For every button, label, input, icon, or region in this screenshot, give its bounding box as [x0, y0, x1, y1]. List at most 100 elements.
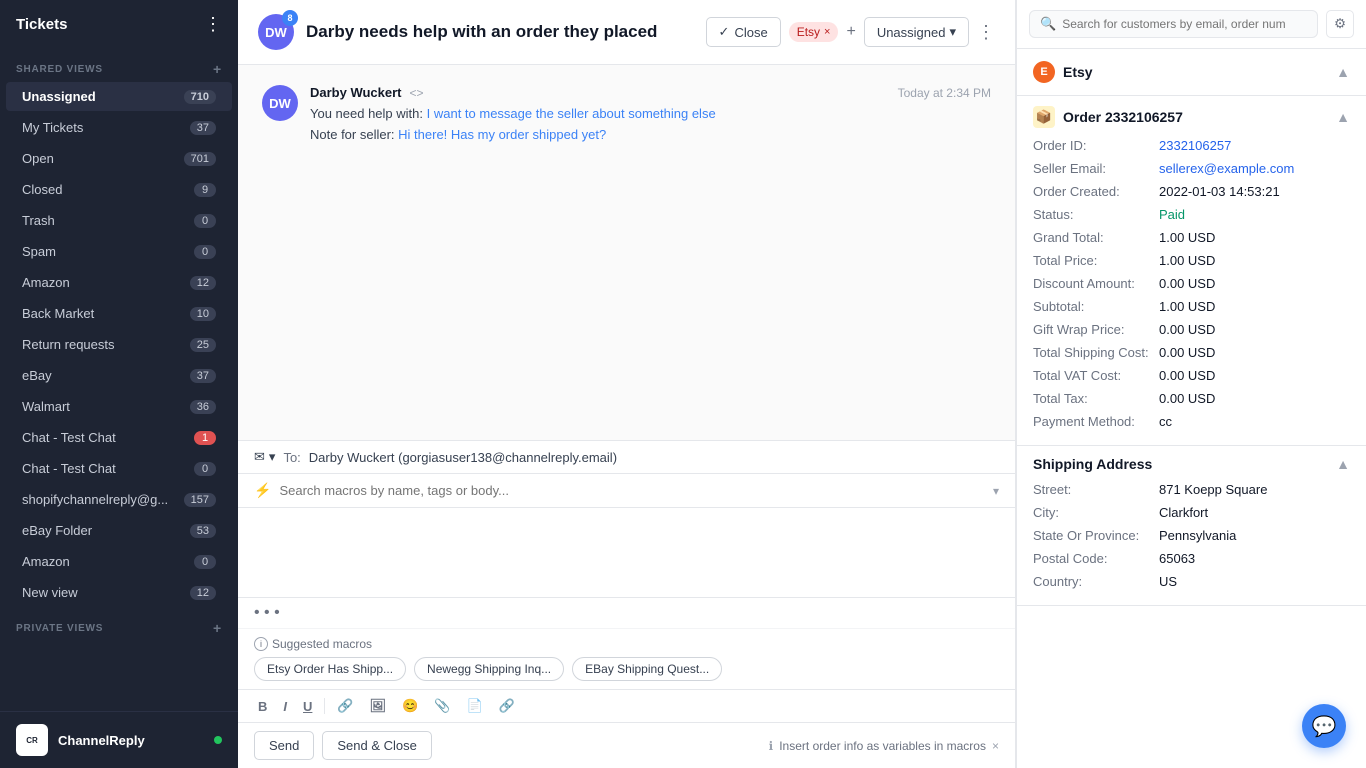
chat-bubble-button[interactable]: 💬 — [1302, 704, 1346, 748]
sidebar-footer: CR ChannelReply — [0, 711, 238, 768]
field-total-shipping: Total Shipping Cost: 0.00 USD — [1033, 341, 1350, 364]
chevron-down-icon: ▾ — [949, 24, 956, 40]
to-address: Darby Wuckert (gorgiasuser138@channelrep… — [309, 450, 617, 465]
sidebar-badge-amazon: 12 — [190, 276, 216, 290]
message-avatar: DW — [262, 85, 298, 121]
send-button[interactable]: Send — [254, 731, 314, 760]
notification-badge: 8 — [282, 10, 298, 26]
sidebar-item-shopify[interactable]: shopifychannelreply@g... 157 — [6, 485, 232, 514]
field-payment-method: Payment Method: cc — [1033, 410, 1350, 433]
suggested-pill-2[interactable]: Newegg Shipping Inq... — [414, 657, 564, 681]
reply-type-chevron-icon: ▾ — [269, 449, 276, 465]
toolbar-dots: • • • — [238, 598, 1015, 629]
chat-icon: 💬 — [1312, 714, 1337, 739]
sidebar-badge-spam: 0 — [194, 245, 216, 259]
suggested-pill-1[interactable]: Etsy Order Has Shipp... — [254, 657, 406, 681]
suggested-pill-3[interactable]: EBay Shipping Quest... — [572, 657, 722, 681]
sidebar-item-ebay-folder[interactable]: eBay Folder 53 — [6, 516, 232, 545]
sidebar: Tickets ⋮ SHARED VIEWS + Unassigned 710 … — [0, 0, 238, 768]
close-ticket-button[interactable]: ✓ Close — [706, 17, 781, 47]
sidebar-item-label: Open — [22, 151, 54, 166]
image-button[interactable]: 🖼 — [366, 696, 391, 716]
sidebar-item-closed[interactable]: Closed 9 — [6, 175, 232, 204]
sidebar-item-label: Unassigned — [22, 89, 96, 104]
online-indicator — [214, 736, 222, 744]
sidebar-item-amazon[interactable]: Amazon 12 — [6, 268, 232, 297]
ticket-header: DW 8 Darby needs help with an order they… — [238, 0, 1015, 65]
assign-button[interactable]: Unassigned ▾ — [864, 17, 969, 47]
order-fields: Order ID: 2332106257 Seller Email: selle… — [1017, 134, 1366, 445]
sidebar-item-spam[interactable]: Spam 0 — [6, 237, 232, 266]
sidebar-badge-open: 701 — [184, 152, 216, 166]
order-section-header[interactable]: 📦 Order 2332106257 ▲ — [1017, 96, 1366, 134]
right-panel: 🔍 ⚙ E Etsy ▲ 📦 Order 2332106257 ▲ Order … — [1016, 0, 1366, 768]
close-info-icon[interactable]: × — [992, 739, 999, 753]
italic-button[interactable]: I — [279, 697, 291, 716]
add-shared-view-icon[interactable]: + — [213, 61, 222, 77]
shipping-section-header[interactable]: Shipping Address ▲ — [1017, 446, 1366, 478]
emoji-button[interactable]: 😊 — [398, 696, 422, 716]
sidebar-more-button[interactable]: ⋮ — [204, 14, 222, 35]
file-button[interactable]: 📄 — [462, 696, 486, 716]
underline-button[interactable]: U — [299, 697, 316, 716]
macros-search-input[interactable] — [279, 483, 985, 498]
sidebar-item-label: My Tickets — [22, 120, 83, 135]
remove-tag-icon[interactable]: × — [824, 26, 830, 38]
envelope-icon: ✉ — [254, 449, 265, 465]
etsy-section-title: E Etsy — [1033, 61, 1093, 83]
ticket-more-button[interactable]: ⋮ — [977, 22, 995, 43]
attach-button[interactable]: 📎 — [430, 696, 454, 716]
link-button[interactable]: 🔗 — [333, 696, 357, 716]
sidebar-item-unassigned[interactable]: Unassigned 710 — [6, 82, 232, 111]
sidebar-item-back-market[interactable]: Back Market 10 — [6, 299, 232, 328]
sidebar-item-ebay[interactable]: eBay 37 — [6, 361, 232, 390]
sidebar-item-walmart[interactable]: Walmart 36 — [6, 392, 232, 421]
suggested-pills: Etsy Order Has Shipp... Newegg Shipping … — [254, 657, 999, 681]
sidebar-badge-amazon-2: 0 — [194, 555, 216, 569]
sidebar-header: Tickets ⋮ — [0, 0, 238, 49]
shipping-collapse-icon[interactable]: ▲ — [1336, 456, 1350, 472]
sidebar-item-trash[interactable]: Trash 0 — [6, 206, 232, 235]
sidebar-item-chat-test-2[interactable]: Chat - Test Chat 0 — [6, 454, 232, 483]
sidebar-item-my-tickets[interactable]: My Tickets 37 — [6, 113, 232, 142]
sidebar-item-label: eBay Folder — [22, 523, 92, 538]
reply-area: ✉ ▾ To: Darby Wuckert (gorgiasuser138@ch… — [238, 440, 1015, 768]
customer-search-input[interactable] — [1062, 17, 1307, 31]
suggested-row: i Suggested macros Etsy Order Has Shipp.… — [238, 629, 1015, 690]
main-panel: DW 8 Darby needs help with an order they… — [238, 0, 1016, 768]
sidebar-item-chat-test-1[interactable]: Chat - Test Chat 1 — [6, 423, 232, 452]
bold-button[interactable]: B — [254, 697, 271, 716]
sidebar-item-new-view[interactable]: New view 12 — [6, 578, 232, 607]
tag-etsy: Etsy × — [789, 22, 839, 42]
field-total-vat: Total VAT Cost: 0.00 USD — [1033, 364, 1350, 387]
field-grand-total: Grand Total: 1.00 USD — [1033, 226, 1350, 249]
field-status: Status: Paid — [1033, 203, 1350, 226]
add-tag-button[interactable]: + — [846, 24, 855, 40]
add-private-view-icon[interactable]: + — [213, 620, 222, 636]
insert-info-text: Insert order info as variables in macros — [779, 739, 986, 753]
sidebar-badge-ebay-folder: 53 — [190, 524, 216, 538]
etsy-collapse-icon[interactable]: ▲ — [1336, 64, 1350, 80]
macros-chevron-icon[interactable]: ▾ — [993, 484, 999, 498]
etsy-section: E Etsy ▲ — [1017, 49, 1366, 96]
ticket-avatar: DW 8 — [258, 14, 294, 50]
etsy-section-header[interactable]: E Etsy ▲ — [1017, 49, 1366, 95]
field-city: City: Clarkfort — [1033, 501, 1350, 524]
field-total-price: Total Price: 1.00 USD — [1033, 249, 1350, 272]
order-collapse-icon[interactable]: ▲ — [1336, 109, 1350, 125]
send-close-button[interactable]: Send & Close — [322, 731, 432, 760]
reply-type-selector[interactable]: ✉ ▾ — [254, 449, 275, 465]
sidebar-item-return-requests[interactable]: Return requests 25 — [6, 330, 232, 359]
body-note-highlight: Hi there! Has my order shipped yet? — [398, 127, 606, 142]
compose-area[interactable] — [238, 508, 1015, 598]
message-row: DW Darby Wuckert <> Today at 2:34 PM You… — [262, 85, 991, 146]
sidebar-item-amazon-2[interactable]: Amazon 0 — [6, 547, 232, 576]
sidebar-item-open[interactable]: Open 701 — [6, 144, 232, 173]
link2-button[interactable]: 🔗 — [495, 696, 519, 716]
body-prefix: You need help with: — [310, 106, 427, 121]
sidebar-item-label: Chat - Test Chat — [22, 430, 116, 445]
lightning-icon: ⚡ — [254, 482, 271, 499]
private-views-label: PRIVATE VIEWS + — [0, 608, 238, 640]
settings-button[interactable]: ⚙ — [1326, 10, 1354, 38]
sidebar-badge-back-market: 10 — [190, 307, 216, 321]
